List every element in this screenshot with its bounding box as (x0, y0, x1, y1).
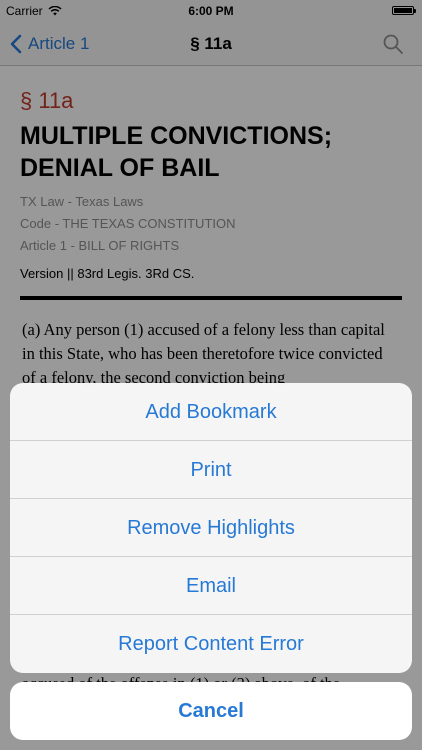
report-content-error-button[interactable]: Report Content Error (10, 615, 412, 673)
cancel-button[interactable]: Cancel (10, 682, 412, 740)
print-button[interactable]: Print (10, 441, 412, 499)
action-sheet: Add Bookmark Print Remove Highlights Ema… (10, 383, 412, 673)
remove-highlights-button[interactable]: Remove Highlights (10, 499, 412, 557)
add-bookmark-button[interactable]: Add Bookmark (10, 383, 412, 441)
email-button[interactable]: Email (10, 557, 412, 615)
